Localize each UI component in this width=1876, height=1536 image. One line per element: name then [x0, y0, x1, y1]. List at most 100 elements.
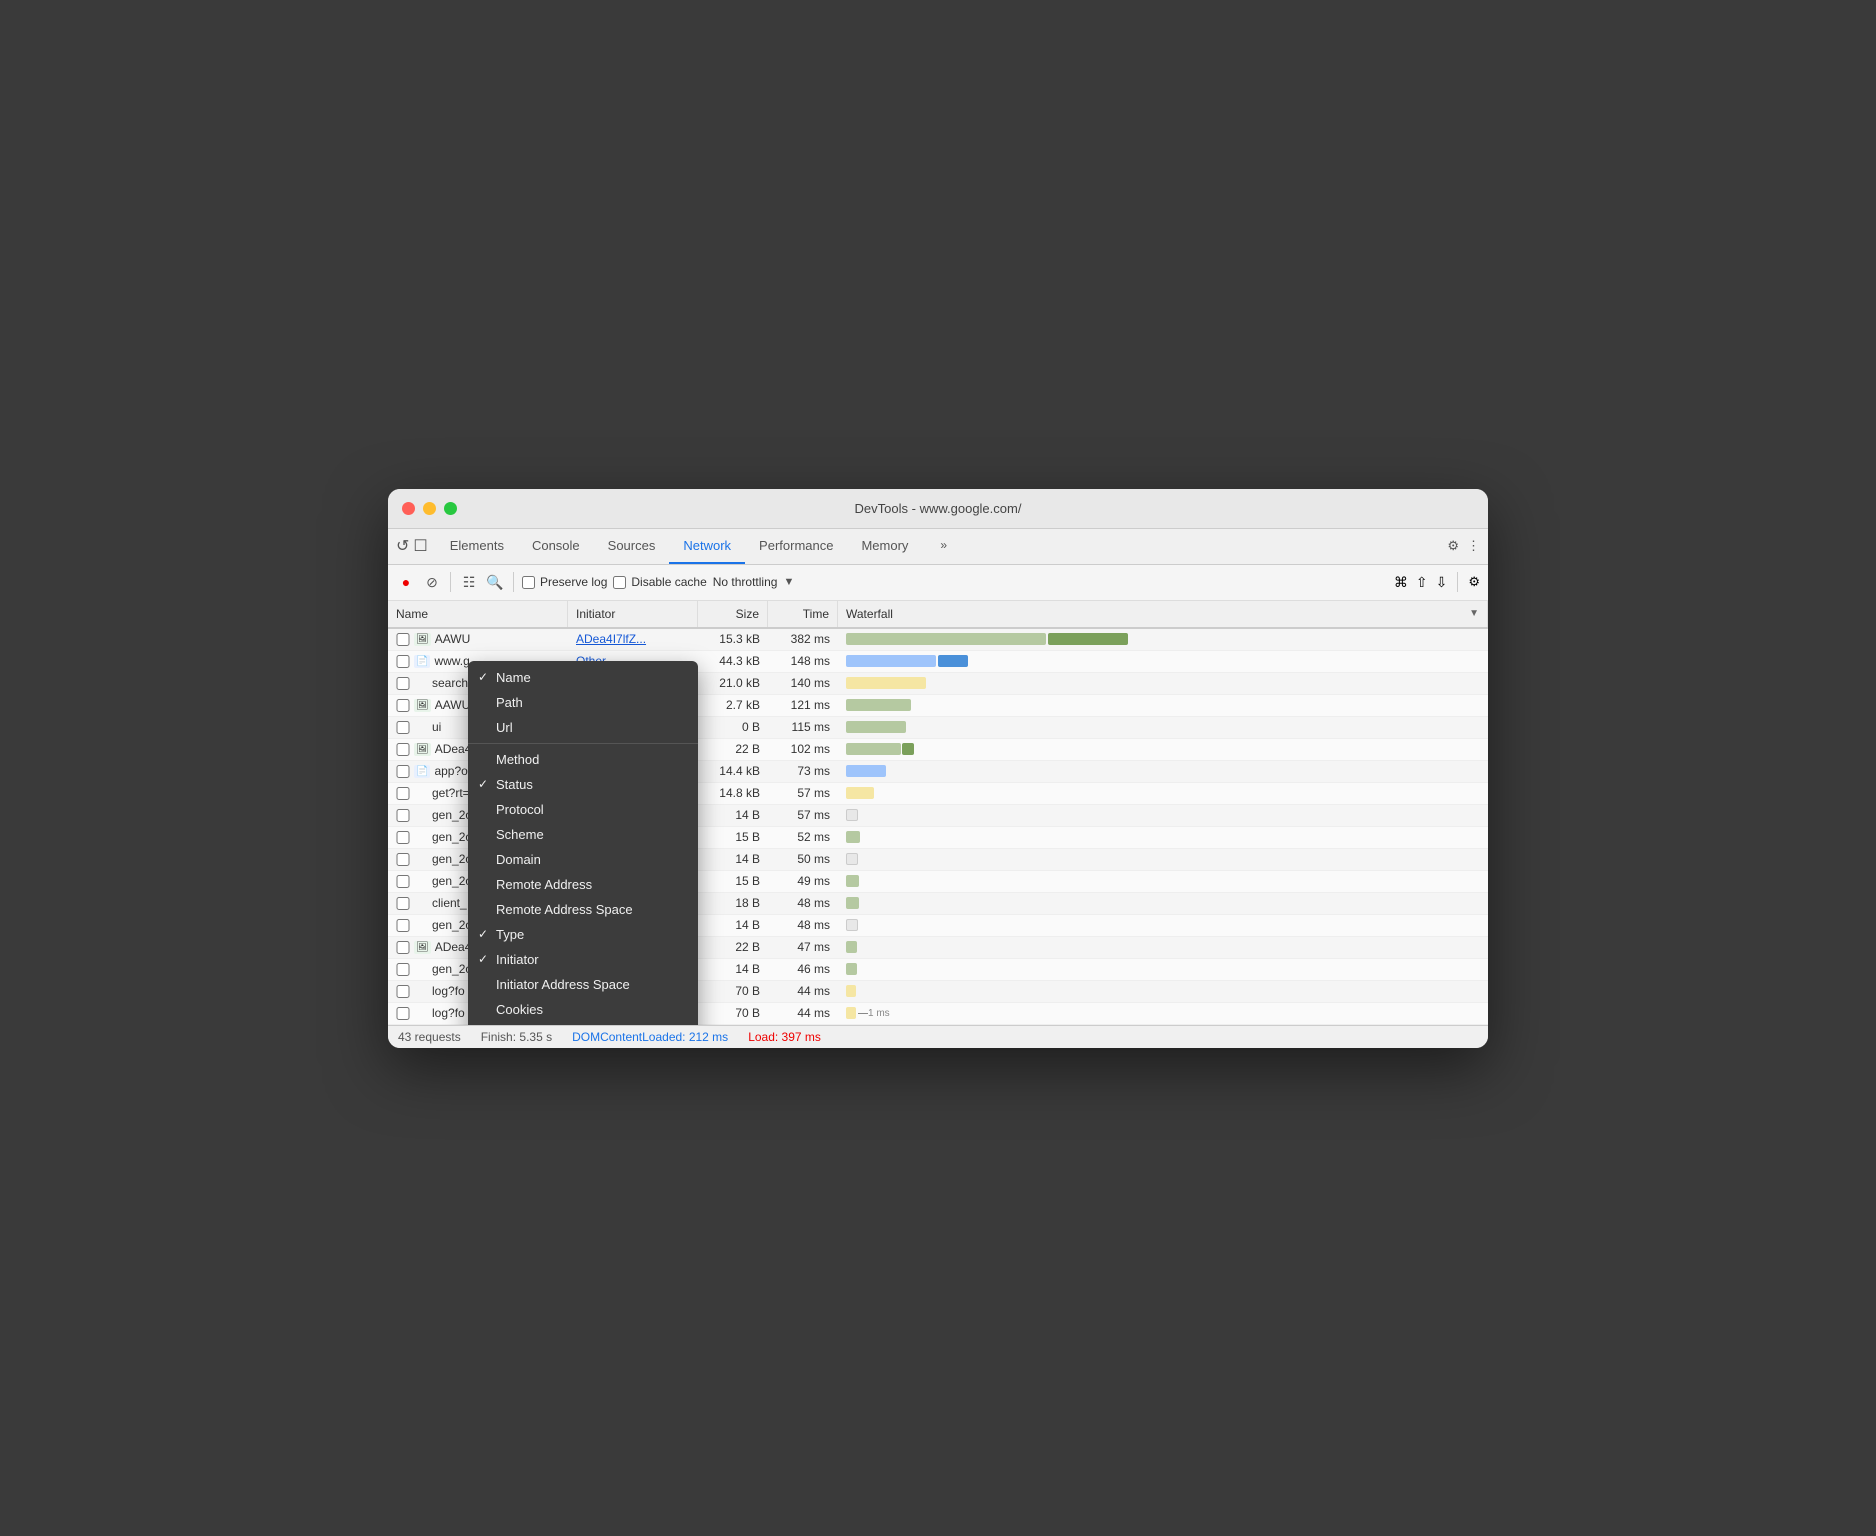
row-checkbox[interactable]: [396, 831, 410, 844]
row-type-icon: 📄: [414, 765, 430, 778]
tab-tool-icons: ↺ ☐: [396, 536, 428, 556]
preserve-log-label[interactable]: Preserve log: [522, 575, 607, 589]
tab-elements[interactable]: Elements: [436, 528, 518, 564]
menu-item-cookies[interactable]: Cookies: [468, 997, 698, 1022]
tab-console[interactable]: Console: [518, 528, 594, 564]
tab-sources[interactable]: Sources: [594, 528, 670, 564]
tab-network[interactable]: Network: [669, 528, 745, 564]
cursor-icon[interactable]: ↺: [396, 536, 409, 556]
waterfall-sort-chevron[interactable]: ▼: [1469, 608, 1479, 619]
col-header-size[interactable]: Size: [698, 601, 768, 627]
status-requests: 43 requests: [398, 1030, 461, 1044]
menu-item-url[interactable]: Url: [468, 715, 698, 740]
download-icon[interactable]: ⇩: [1436, 574, 1448, 591]
menu-item-path[interactable]: Path: [468, 690, 698, 715]
cell-waterfall: [838, 915, 1488, 936]
row-type-icon: 🖼: [414, 633, 431, 646]
toolbar-separator-2: [513, 572, 514, 592]
cell-waterfall: [838, 695, 1488, 716]
row-checkbox[interactable]: [396, 897, 410, 910]
row-checkbox[interactable]: [396, 941, 410, 954]
row-checkbox[interactable]: [396, 875, 410, 888]
close-button[interactable]: [402, 502, 415, 515]
record-button[interactable]: ●: [396, 572, 416, 592]
row-checkbox[interactable]: [396, 699, 410, 712]
menu-item-domain[interactable]: Domain: [468, 847, 698, 872]
tab-more-button[interactable]: »: [926, 528, 961, 564]
col-header-initiator[interactable]: Initiator: [568, 601, 698, 627]
col-header-waterfall[interactable]: Waterfall ▼: [838, 601, 1488, 627]
menu-item-remote-address-space[interactable]: Remote Address Space: [468, 897, 698, 922]
wifi-icon[interactable]: ⌘: [1394, 574, 1408, 591]
menu-item-initiator[interactable]: Initiator: [468, 947, 698, 972]
row-checkbox[interactable]: [396, 787, 410, 800]
throttle-select[interactable]: No throttling: [713, 575, 778, 589]
cell-waterfall: [838, 783, 1488, 804]
maximize-button[interactable]: [444, 502, 457, 515]
window-title: DevTools - www.google.com/: [855, 501, 1022, 516]
upload-icon[interactable]: ⇧: [1416, 574, 1428, 591]
col-header-time[interactable]: Time: [768, 601, 838, 627]
filter-icon[interactable]: ☷: [459, 572, 479, 592]
menu-item-method[interactable]: Method: [468, 747, 698, 772]
row-type-icon: 🖼: [414, 743, 431, 756]
more-options-icon[interactable]: ⋮: [1467, 538, 1480, 554]
clear-button[interactable]: ⊘: [422, 572, 442, 592]
disable-cache-label[interactable]: Disable cache: [613, 575, 706, 589]
row-checkbox[interactable]: [396, 1007, 410, 1020]
status-bar: 43 requests Finish: 5.35 s DOMContentLoa…: [388, 1025, 1488, 1048]
row-checkbox[interactable]: [396, 765, 410, 778]
menu-item-initiator-address-space[interactable]: Initiator Address Space: [468, 972, 698, 997]
cell-waterfall: [838, 629, 1488, 650]
disable-cache-checkbox[interactable]: [613, 576, 626, 589]
row-checkbox[interactable]: [396, 853, 410, 866]
titlebar: DevTools - www.google.com/: [388, 489, 1488, 529]
tab-memory[interactable]: Memory: [847, 528, 922, 564]
status-dom: DOMContentLoaded: 212 ms: [572, 1030, 728, 1044]
cell-waterfall: [838, 871, 1488, 892]
row-checkbox[interactable]: [396, 655, 410, 668]
throttle-arrow[interactable]: ▼: [783, 576, 794, 588]
table-row[interactable]: 🖼AAWU ADea4I7lfZ... 15.3 kB 382 ms: [388, 629, 1488, 651]
col-header-name[interactable]: Name: [388, 601, 568, 627]
row-checkbox[interactable]: [396, 963, 410, 976]
cell-waterfall: [838, 981, 1488, 1002]
settings-icon[interactable]: ⚙: [1447, 538, 1459, 554]
row-checkbox[interactable]: [396, 919, 410, 932]
inspect-icon[interactable]: ☐: [413, 536, 427, 556]
cell-waterfall: [838, 937, 1488, 958]
cell-size: 15.3 kB: [698, 629, 768, 650]
waterfall-bar-secondary: [938, 655, 968, 667]
cell-waterfall: [838, 805, 1488, 826]
preserve-log-checkbox[interactable]: [522, 576, 535, 589]
cell-waterfall: [838, 849, 1488, 870]
menu-item-status[interactable]: Status: [468, 772, 698, 797]
cell-waterfall: [838, 893, 1488, 914]
menu-item-remote-address[interactable]: Remote Address: [468, 872, 698, 897]
cell-waterfall: [838, 739, 1488, 760]
menu-item-name[interactable]: Name: [468, 665, 698, 690]
row-checkbox[interactable]: [396, 985, 410, 998]
network-table: Name Initiator Size Time Waterfall ▼ 🖼AA…: [388, 601, 1488, 1025]
row-checkbox[interactable]: [396, 809, 410, 822]
menu-item-type[interactable]: Type: [468, 922, 698, 947]
row-checkbox[interactable]: [396, 743, 410, 756]
row-checkbox[interactable]: [396, 721, 410, 734]
tab-performance[interactable]: Performance: [745, 528, 847, 564]
menu-item-scheme[interactable]: Scheme: [468, 822, 698, 847]
cell-waterfall: [838, 673, 1488, 694]
row-checkbox[interactable]: [396, 633, 410, 646]
menu-item-set-cookies[interactable]: Set Cookies: [468, 1022, 698, 1025]
cell-waterfall: [838, 651, 1488, 672]
waterfall-bar-secondary: [1048, 633, 1128, 645]
status-load: Load: 397 ms: [748, 1030, 821, 1044]
cell-waterfall: [838, 717, 1488, 738]
cell-waterfall: [838, 959, 1488, 980]
menu-item-protocol[interactable]: Protocol: [468, 797, 698, 822]
minimize-button[interactable]: [423, 502, 436, 515]
cell-initiator: ADea4I7lfZ...: [568, 629, 698, 650]
row-checkbox[interactable]: [396, 677, 410, 690]
search-icon[interactable]: 🔍: [485, 572, 505, 592]
toolbar-separator-1: [450, 572, 451, 592]
network-settings-icon[interactable]: ⚙: [1468, 574, 1480, 590]
